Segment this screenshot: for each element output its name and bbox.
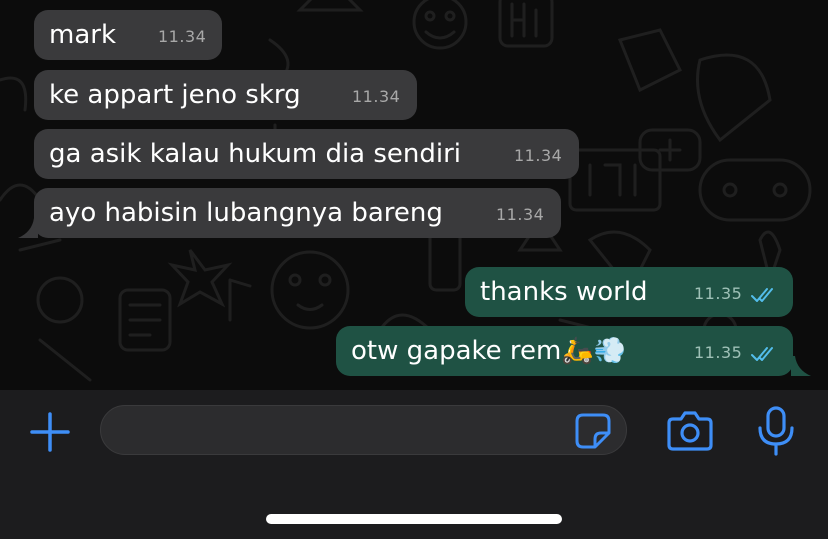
chat-area[interactable]: mark 11.34 ke appart jeno skrg 11.34 ga … (0, 0, 828, 390)
home-indicator[interactable] (266, 514, 562, 524)
message-timestamp: 11.34 (158, 27, 207, 46)
message-text: thanks world (480, 277, 648, 307)
message-input[interactable] (100, 405, 627, 455)
incoming-message-bubble[interactable]: ayo habisin lubangnya bareng 11.34 (34, 188, 561, 238)
message-text: ga asik kalau hukum dia sendiri (49, 139, 462, 169)
plus-icon[interactable] (28, 410, 72, 454)
message-text: mark (49, 20, 117, 50)
message-timestamp: 11.34 (496, 205, 545, 224)
camera-icon[interactable] (667, 409, 713, 451)
message-text: ke appart jeno skrg (49, 80, 301, 110)
outgoing-message-bubble[interactable]: thanks world 11.35 (465, 267, 793, 317)
message-timestamp: 11.34 (352, 87, 401, 106)
message-timestamp: 11.35 (694, 284, 743, 303)
sticker-icon[interactable] (575, 413, 611, 449)
incoming-message-bubble[interactable]: ga asik kalau hukum dia sendiri 11.34 (34, 129, 579, 179)
message-text: otw gapake rem🛵💨 (351, 336, 627, 366)
outgoing-message-bubble[interactable]: otw gapake rem🛵💨 11.35 (336, 326, 793, 376)
incoming-message-bubble[interactable]: ke appart jeno skrg 11.34 (34, 70, 417, 120)
read-receipt-icon (751, 347, 773, 361)
message-text: ayo habisin lubangnya bareng (49, 198, 443, 228)
incoming-message-bubble[interactable]: mark 11.34 (34, 10, 222, 60)
message-composer-bar (0, 390, 828, 539)
message-timestamp: 11.34 (514, 146, 563, 165)
message-timestamp: 11.35 (694, 343, 743, 362)
bubble-tail (791, 356, 811, 376)
read-receipt-icon (751, 288, 773, 302)
microphone-icon[interactable] (757, 406, 795, 456)
